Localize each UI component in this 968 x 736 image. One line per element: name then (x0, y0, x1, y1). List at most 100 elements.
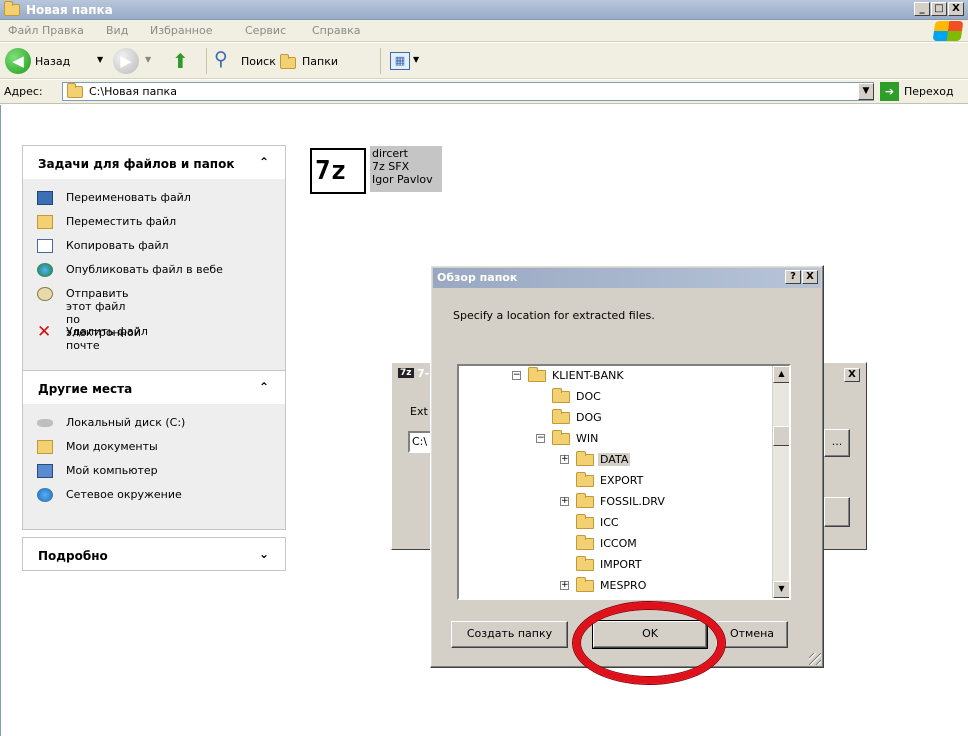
tree-item[interactable]: EXPORT (560, 472, 780, 492)
task-publish-label[interactable]: Опубликовать файл в вебе (66, 263, 223, 276)
file-name: dircert (372, 147, 408, 160)
globe-icon (37, 263, 53, 277)
tree-item-label[interactable]: ICCOM (598, 537, 639, 550)
windows-logo-icon (932, 21, 964, 41)
collapse-chevron-icon[interactable]: ⌃ (259, 380, 269, 394)
new-folder-button[interactable]: Создать папку (451, 621, 568, 648)
expand-chevron-icon[interactable]: ⌄ (259, 547, 269, 561)
tree-item[interactable]: ICC (560, 514, 780, 534)
task-move-label[interactable]: Переместить файл (66, 215, 176, 228)
help-button[interactable]: ? (785, 270, 801, 284)
details-panel-header[interactable]: Подробно ⌄ (22, 537, 286, 571)
back-arrow-icon[interactable]: ◀ (5, 48, 31, 74)
close-button[interactable]: X (948, 2, 964, 16)
scroll-up-button[interactable]: ▲ (773, 366, 789, 383)
browse-dialog-title: Обзор папок (437, 271, 518, 284)
task-rename-label[interactable]: Переименовать файл (66, 191, 191, 204)
tree-item[interactable]: − WIN (536, 430, 756, 450)
go-arrow-icon[interactable]: ➔ (880, 82, 899, 101)
go-button-label[interactable]: Переход (904, 85, 954, 98)
folder-icon (576, 535, 594, 550)
tree-item-label[interactable]: WIN (574, 432, 600, 445)
menu-edit[interactable]: Правка (42, 24, 84, 37)
tree-item-label[interactable]: DATA (598, 453, 631, 466)
tree-item[interactable]: + FOSSIL.DRV (560, 493, 780, 513)
tree-item-label[interactable]: DOC (574, 390, 603, 403)
menu-favorites[interactable]: Избранное (150, 24, 212, 37)
folder-icon (576, 577, 594, 592)
address-input[interactable]: C:\Новая папка (62, 82, 874, 101)
tasks-panel-header[interactable]: Задачи для файлов и папок ⌃ (22, 145, 286, 179)
extract-path-value: C:\ (412, 435, 428, 448)
place-my-documents-label[interactable]: Мои документы (66, 440, 158, 453)
tasks-panel-body: Переименовать файл Переместить файл Копи… (22, 179, 286, 389)
tree-item[interactable]: IMPORT (560, 556, 780, 576)
tree-item[interactable]: + MESPRO (560, 577, 780, 597)
place-local-disk-label[interactable]: Локальный диск (C:) (66, 416, 185, 429)
scroll-down-button[interactable]: ▼ (773, 581, 789, 598)
tree-item[interactable]: DOC (536, 388, 756, 408)
search-icon[interactable]: ⚲ (214, 48, 228, 70)
delete-x-icon: ✕ (37, 322, 52, 342)
tree-item[interactable]: DOG (536, 409, 756, 429)
expand-icon[interactable]: + (560, 581, 569, 590)
views-dropdown-icon[interactable]: ▼ (413, 55, 419, 64)
extract-dialog-close-button[interactable]: X (844, 368, 860, 382)
maximize-button[interactable]: □ (931, 2, 947, 16)
toolbar-separator (206, 48, 207, 74)
folders-button-label[interactable]: Папки (302, 55, 338, 68)
address-dropdown-button[interactable]: ▼ (858, 83, 874, 100)
scroll-thumb[interactable] (773, 426, 789, 446)
back-button-label[interactable]: Назад (35, 55, 70, 68)
search-button-label[interactable]: Поиск (241, 55, 276, 68)
resize-grip-icon[interactable] (809, 653, 821, 665)
tree-item-label[interactable]: IMPORT (598, 558, 644, 571)
expand-icon[interactable]: + (560, 455, 569, 464)
forward-dropdown-icon[interactable]: ▼ (145, 55, 151, 64)
tree-item-label[interactable]: DOG (574, 411, 604, 424)
menu-help[interactable]: Справка (312, 24, 360, 37)
tree-item[interactable]: + DATA (560, 451, 780, 471)
sfx-file-icon[interactable]: 7z (310, 148, 366, 194)
collapse-icon[interactable]: − (512, 371, 521, 380)
menu-file[interactable]: Файл (8, 24, 38, 37)
up-folder-icon[interactable]: ⬆ (172, 49, 189, 73)
places-panel-body: Локальный диск (C:) Мои документы Мой ко… (22, 404, 286, 530)
tree-scrollbar[interactable]: ▲ ▼ (772, 366, 789, 598)
folder-icon (576, 556, 594, 571)
folders-icon[interactable] (280, 54, 296, 69)
menu-view[interactable]: Вид (106, 24, 128, 37)
expand-icon[interactable]: + (560, 497, 569, 506)
minimize-button[interactable]: _ (914, 2, 930, 16)
task-email-label[interactable]: Отправить этот файл по электронной почте (66, 287, 141, 352)
tree-item-label[interactable]: MESPRO (598, 579, 648, 592)
cancel-button[interactable]: Отмена (716, 621, 788, 648)
task-delete-label[interactable]: Удалить файл (66, 325, 148, 338)
folder-tree[interactable]: − KLIENT-BANK DOC DOG − WIN + DATA EXPORT + FOSSIL… (457, 364, 791, 600)
menu-tools[interactable]: Сервис (245, 24, 286, 37)
extract-dialog-title: 7- (417, 367, 430, 380)
tree-item[interactable]: − KLIENT-BANK (512, 367, 732, 387)
tree-item-label[interactable]: KLIENT-BANK (550, 369, 626, 382)
place-network-label[interactable]: Сетевое окружение (66, 488, 182, 501)
tree-item-label[interactable]: ICC (598, 516, 621, 529)
forward-arrow-icon[interactable]: ▶ (113, 48, 139, 74)
tree-item[interactable]: ICCOM (560, 535, 780, 555)
tree-item-label[interactable]: FOSSIL.DRV (598, 495, 667, 508)
extract-button-partial[interactable] (824, 497, 850, 527)
places-panel-header[interactable]: Другие места ⌃ (22, 370, 286, 404)
address-bar: Адрес: C:\Новая папка ▼ ➔ Переход (0, 80, 968, 104)
browse-dialog-close-button[interactable]: X (802, 270, 818, 284)
back-dropdown-icon[interactable]: ▼ (97, 55, 103, 64)
folder-icon (576, 472, 594, 487)
views-icon[interactable]: ▦ (390, 52, 410, 70)
collapse-chevron-icon[interactable]: ⌃ (259, 155, 269, 169)
file-label[interactable]: dircert 7z SFX Igor Pavlov (370, 146, 442, 192)
place-my-computer-label[interactable]: Мой компьютер (66, 464, 158, 477)
rename-icon (37, 191, 53, 205)
collapse-icon[interactable]: − (536, 434, 545, 443)
task-copy-label[interactable]: Копировать файл (66, 239, 169, 252)
browse-button[interactable]: ... (824, 429, 850, 457)
tree-item-label[interactable]: EXPORT (598, 474, 645, 487)
computer-icon (37, 464, 53, 478)
